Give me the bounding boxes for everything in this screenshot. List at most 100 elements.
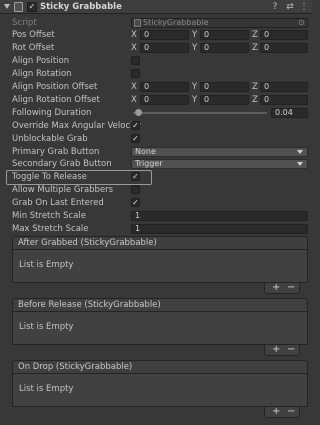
following-duration-slider-handle[interactable]	[135, 109, 143, 116]
event-header-after-grabbed: After Grabbed (StickyGrabbable)	[12, 236, 308, 250]
secondary-grab-button-value: Trigger	[135, 159, 163, 168]
script-file-icon	[134, 19, 141, 27]
event-header-before-release: Before Release (StickyGrabbable)	[12, 298, 308, 312]
toggle-to-release-row: Toggle To Release ✓	[0, 171, 312, 183]
pos-offset-x-field[interactable]: 0	[140, 30, 189, 40]
override-max-angular-velocity-label: Override Max Angular Velocity	[12, 121, 141, 131]
add-item-button[interactable]: +	[272, 282, 280, 293]
grab-on-last-entered-label: Grab On Last Entered	[12, 198, 104, 208]
align-rotation-checkbox[interactable]	[131, 69, 140, 78]
x-axis-label: X	[131, 95, 137, 105]
y-axis-label: Y	[192, 43, 198, 53]
align-position-offset-x-field[interactable]: 0	[140, 82, 189, 92]
align-position-checkbox[interactable]	[131, 56, 140, 65]
align-position-row: Align Position	[0, 55, 312, 67]
align-rotation-offset-label: Align Rotation Offset	[12, 95, 100, 105]
event-list-on-drop: List is Empty	[12, 374, 308, 407]
add-item-button[interactable]: +	[272, 406, 280, 417]
remove-item-button[interactable]: −	[287, 406, 295, 417]
z-axis-label: Z	[252, 82, 258, 92]
component-header[interactable]: ✓ Sticky Grabbable ? ⇄ ⋮	[0, 0, 312, 14]
event-list-footer: + −	[264, 282, 300, 294]
component-title: Sticky Grabbable	[40, 2, 122, 12]
event-list-footer: + −	[264, 344, 300, 356]
list-empty-text: List is Empty	[19, 260, 74, 270]
align-rotation-offset-row: Align Rotation Offset X 0 Y 0 Z 0	[0, 94, 312, 106]
script-icon	[14, 2, 23, 12]
chevron-down-icon	[297, 162, 303, 166]
override-max-angular-velocity-row: Override Max Angular Velocity ✓	[0, 120, 312, 132]
align-position-offset-y-field[interactable]: 0	[200, 82, 249, 92]
y-axis-label: Y	[192, 82, 198, 92]
event-list-footer: + −	[264, 406, 300, 418]
align-rotation-row: Align Rotation	[0, 68, 312, 80]
align-rotation-offset-y-field[interactable]: 0	[200, 95, 249, 105]
remove-item-button[interactable]: −	[287, 282, 295, 293]
component-enabled-checkbox[interactable]: ✓	[27, 2, 37, 12]
event-list-before-release: List is Empty	[12, 312, 308, 345]
pos-offset-y-field[interactable]: 0	[200, 30, 249, 40]
min-stretch-scale-row: Min Stretch Scale 1	[0, 210, 312, 222]
unblockable-grab-label: Unblockable Grab	[12, 134, 88, 144]
max-stretch-scale-field[interactable]: 1	[131, 224, 308, 234]
primary-grab-button-label: Primary Grab Button	[12, 147, 100, 157]
z-axis-label: Z	[252, 30, 258, 40]
secondary-grab-button-row: Secondary Grab Button Trigger	[0, 158, 312, 170]
x-axis-label: X	[131, 43, 137, 53]
rot-offset-z-field[interactable]: 0	[260, 43, 308, 53]
unblockable-grab-checkbox[interactable]: ✓	[131, 134, 140, 143]
rot-offset-x-field[interactable]: 0	[140, 43, 189, 53]
script-value: StickyGrabbable	[143, 18, 209, 27]
add-item-button[interactable]: +	[272, 344, 280, 355]
primary-grab-button-value: None	[135, 147, 156, 156]
align-position-offset-label: Align Position Offset	[12, 82, 98, 92]
event-list-after-grabbed: List is Empty	[12, 250, 308, 283]
grab-on-last-entered-row: Grab On Last Entered ✓	[0, 197, 312, 209]
following-duration-field[interactable]: 0.04	[271, 108, 308, 118]
toggle-to-release-label: Toggle To Release	[12, 172, 87, 182]
following-duration-label: Following Duration	[12, 108, 92, 118]
presets-icon[interactable]: ⇄	[285, 2, 295, 12]
pos-offset-label: Pos Offset	[12, 30, 55, 40]
primary-grab-button-dropdown[interactable]: None	[131, 147, 308, 157]
list-empty-text: List is Empty	[19, 322, 74, 332]
min-stretch-scale-field[interactable]: 1	[131, 211, 308, 221]
max-stretch-scale-label: Max Stretch Scale	[12, 224, 89, 234]
allow-multiple-grabbers-checkbox[interactable]	[131, 185, 140, 194]
override-max-angular-velocity-checkbox[interactable]: ✓	[131, 121, 140, 130]
following-duration-slider-track[interactable]	[133, 112, 267, 114]
x-axis-label: X	[131, 30, 137, 40]
help-icon[interactable]: ?	[270, 2, 280, 12]
align-rotation-label: Align Rotation	[12, 69, 72, 79]
pos-offset-z-field[interactable]: 0	[260, 30, 308, 40]
remove-item-button[interactable]: −	[287, 344, 295, 355]
script-row: Script StickyGrabbable ⊙	[0, 17, 312, 29]
secondary-grab-button-label: Secondary Grab Button	[12, 159, 112, 169]
allow-multiple-grabbers-row: Allow Multiple Grabbers	[0, 184, 312, 196]
rot-offset-y-field[interactable]: 0	[200, 43, 249, 53]
max-stretch-scale-row: Max Stretch Scale 1	[0, 223, 312, 235]
context-menu-icon[interactable]: ⋮	[299, 2, 309, 12]
object-picker-icon[interactable]: ⊙	[298, 18, 305, 27]
rot-offset-row: Rot Offset X 0 Y 0 Z 0	[0, 42, 312, 54]
primary-grab-button-row: Primary Grab Button None	[0, 146, 312, 158]
align-rotation-offset-x-field[interactable]: 0	[140, 95, 189, 105]
x-axis-label: X	[131, 82, 137, 92]
secondary-grab-button-dropdown[interactable]: Trigger	[131, 159, 308, 169]
chevron-down-icon	[297, 150, 303, 154]
z-axis-label: Z	[252, 43, 258, 53]
z-axis-label: Z	[252, 95, 258, 105]
grab-on-last-entered-checkbox[interactable]: ✓	[131, 198, 140, 207]
align-position-offset-row: Align Position Offset X 0 Y 0 Z 0	[0, 81, 312, 93]
y-axis-label: Y	[192, 95, 198, 105]
pos-offset-row: Pos Offset X 0 Y 0 Z 0	[0, 29, 312, 41]
align-position-offset-z-field[interactable]: 0	[260, 82, 308, 92]
following-duration-row: Following Duration 0.04	[0, 107, 312, 119]
min-stretch-scale-label: Min Stretch Scale	[12, 211, 87, 221]
align-rotation-offset-z-field[interactable]: 0	[260, 95, 308, 105]
unblockable-grab-row: Unblockable Grab ✓	[0, 133, 312, 145]
foldout-arrow-icon[interactable]	[4, 4, 10, 9]
allow-multiple-grabbers-label: Allow Multiple Grabbers	[12, 185, 114, 195]
script-field[interactable]: StickyGrabbable	[131, 18, 308, 28]
toggle-to-release-checkbox[interactable]: ✓	[131, 172, 140, 181]
